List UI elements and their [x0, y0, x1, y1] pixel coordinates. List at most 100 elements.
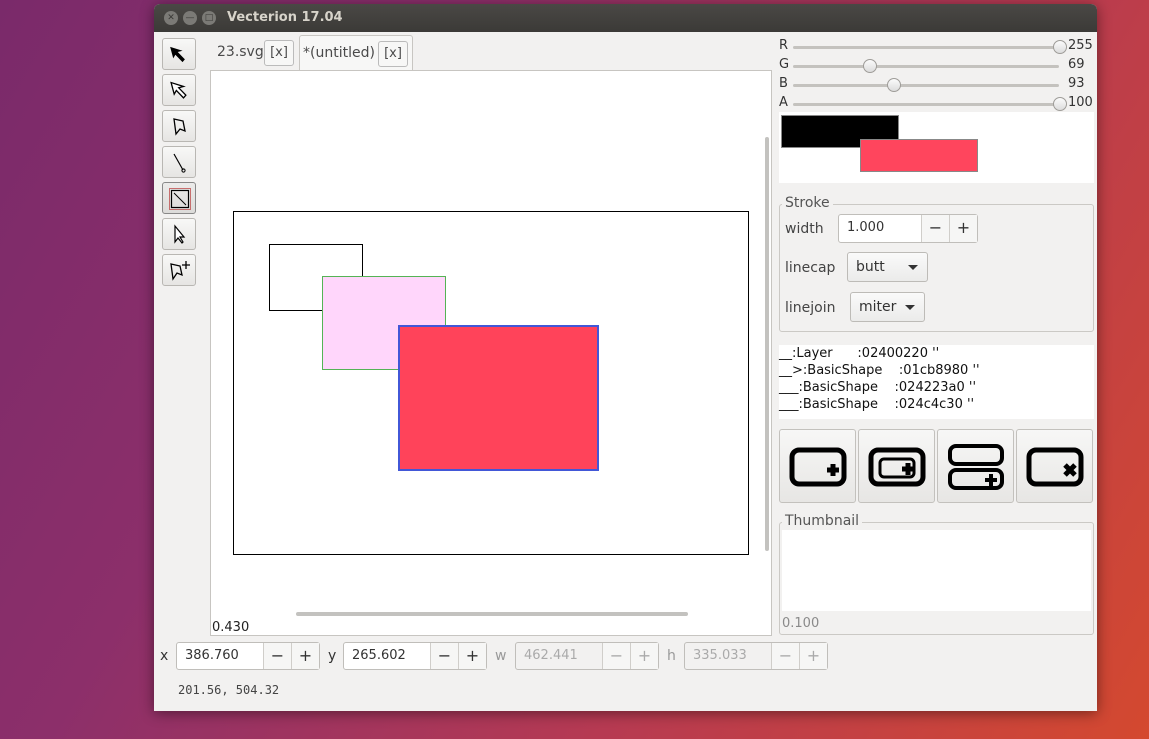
- linecap-label: linecap: [785, 260, 836, 276]
- y-value[interactable]: 265.602: [344, 643, 430, 669]
- tool-node-select[interactable]: [162, 74, 196, 106]
- h-label: h: [667, 648, 676, 664]
- h-decrement-button: −: [771, 643, 799, 669]
- stroke-width-spinbox[interactable]: 1.000 − +: [838, 214, 978, 243]
- slider-track[interactable]: [793, 84, 1059, 87]
- tab-23-svg[interactable]: 23.svg [x]: [211, 35, 299, 71]
- tree-row[interactable]: __:Layer :02400220 '': [779, 346, 939, 363]
- tool-rectangle[interactable]: [162, 182, 196, 214]
- slider-knob[interactable]: [887, 78, 901, 92]
- tool-pointer[interactable]: [162, 218, 196, 250]
- add-node-tool-icon: [170, 261, 190, 281]
- stroke-width-decrement-button[interactable]: −: [921, 215, 949, 242]
- w-increment-button: +: [630, 643, 658, 669]
- slider-track[interactable]: [793, 65, 1059, 68]
- y-label: y: [328, 648, 337, 664]
- tab-label: *(untitled): [303, 45, 375, 61]
- minimize-window-button[interactable]: —: [183, 11, 197, 25]
- slider-label: R: [779, 38, 789, 53]
- tool-polygon[interactable]: [162, 110, 196, 142]
- thumbnail-preview[interactable]: [782, 530, 1091, 611]
- drawing-canvas[interactable]: [210, 70, 772, 636]
- tab-close-button[interactable]: [x]: [378, 41, 408, 67]
- linejoin-value: miter: [859, 299, 897, 315]
- close-window-button[interactable]: ✕: [164, 11, 178, 25]
- maximize-icon: □: [204, 13, 214, 23]
- y-spinbox[interactable]: 265.602 − +: [343, 642, 487, 670]
- zoom-level: 0.430: [212, 620, 250, 635]
- app-window: ✕ — □ Vecterion 17.04 23.svg [x] *(untit…: [154, 4, 1097, 711]
- linejoin-dropdown[interactable]: miter: [850, 292, 925, 322]
- tree-row[interactable]: ___:BasicShape :024223a0 '': [779, 380, 976, 397]
- close-icon: ✕: [167, 13, 175, 23]
- slider-value: 93: [1068, 76, 1085, 91]
- cursor-coordinates: 201.56, 504.32: [178, 683, 280, 697]
- x-decrement-button[interactable]: −: [263, 643, 291, 669]
- vertical-scrollbar[interactable]: [765, 137, 769, 551]
- slider-green[interactable]: G 69: [779, 57, 1097, 75]
- tab-untitled[interactable]: *(untitled) [x]: [299, 35, 413, 71]
- slider-track[interactable]: [793, 103, 1059, 106]
- tree-row[interactable]: ___:BasicShape :024c4c30 '': [779, 397, 974, 414]
- slider-value: 69: [1068, 57, 1085, 72]
- tab-close-button[interactable]: [x]: [264, 40, 294, 66]
- polygon-tool-icon: [173, 118, 186, 136]
- chevron-down-icon: [905, 305, 915, 310]
- slider-blue[interactable]: B 93: [779, 76, 1097, 94]
- x-label: x: [160, 648, 169, 664]
- pointer-tool-icon: [174, 224, 186, 244]
- add-sibling-layer-icon: [948, 444, 1004, 490]
- title-bar: ✕ — □ Vecterion 17.04: [154, 4, 1097, 32]
- rectangle-tool-icon: [169, 188, 191, 210]
- line-tool-icon: [173, 153, 186, 173]
- y-decrement-button[interactable]: −: [430, 643, 458, 669]
- linecap-value: butt: [856, 259, 885, 275]
- stroke-width-value[interactable]: 1.000: [839, 215, 921, 242]
- stroke-width-label: width: [785, 221, 824, 237]
- tool-line[interactable]: [162, 146, 196, 178]
- x-value[interactable]: 386.760: [177, 643, 263, 669]
- slider-label: G: [779, 57, 790, 72]
- add-sibling-layer-button[interactable]: [937, 429, 1014, 503]
- x-spinbox[interactable]: 386.760 − +: [176, 642, 320, 670]
- w-decrement-button: −: [602, 643, 630, 669]
- add-child-layer-button[interactable]: [858, 429, 935, 503]
- node-select-icon: [170, 81, 187, 99]
- linecap-dropdown[interactable]: butt: [847, 252, 928, 282]
- y-increment-button[interactable]: +: [458, 643, 486, 669]
- layer-tree[interactable]: __:Layer :02400220 '' __>:BasicShape :01…: [779, 345, 1094, 419]
- tool-add-node[interactable]: [162, 254, 196, 286]
- delete-layer-button[interactable]: [1016, 429, 1093, 503]
- minimize-icon: —: [185, 13, 195, 23]
- x-increment-button[interactable]: +: [291, 643, 319, 669]
- slider-label: A: [779, 95, 788, 110]
- slider-value: 100: [1068, 95, 1093, 110]
- select-arrow-icon: [170, 46, 185, 63]
- tree-row[interactable]: __>:BasicShape :01cb8980 '': [779, 363, 980, 380]
- h-spinbox: 335.033 − +: [684, 642, 828, 670]
- thumbnail: 0.100: [779, 522, 1094, 635]
- slider-alpha[interactable]: A 100: [779, 95, 1097, 113]
- color-swatches: [779, 112, 1094, 183]
- shape-rectangle-red[interactable]: [398, 325, 599, 471]
- slider-track[interactable]: [793, 46, 1059, 49]
- slider-value: 255: [1068, 38, 1093, 53]
- w-label: w: [495, 648, 507, 664]
- w-value: 462.441: [524, 648, 578, 663]
- add-layer-button[interactable]: [779, 429, 856, 503]
- tool-select[interactable]: [162, 38, 196, 70]
- slider-knob[interactable]: [1053, 40, 1067, 54]
- h-value: 335.033: [693, 648, 747, 663]
- add-layer-icon: [789, 447, 847, 487]
- fill-color-swatch[interactable]: [860, 139, 978, 172]
- thumbnail-scale: 0.100: [782, 616, 820, 631]
- slider-knob[interactable]: [863, 59, 877, 73]
- stroke-width-increment-button[interactable]: +: [949, 215, 977, 242]
- chevron-down-icon: [908, 265, 918, 270]
- slider-knob[interactable]: [1053, 97, 1067, 111]
- horizontal-scrollbar[interactable]: [296, 612, 688, 616]
- h-increment-button: +: [799, 643, 827, 669]
- maximize-window-button[interactable]: □: [202, 11, 216, 25]
- window-title: Vecterion 17.04: [227, 10, 343, 25]
- slider-red[interactable]: R 255: [779, 38, 1097, 56]
